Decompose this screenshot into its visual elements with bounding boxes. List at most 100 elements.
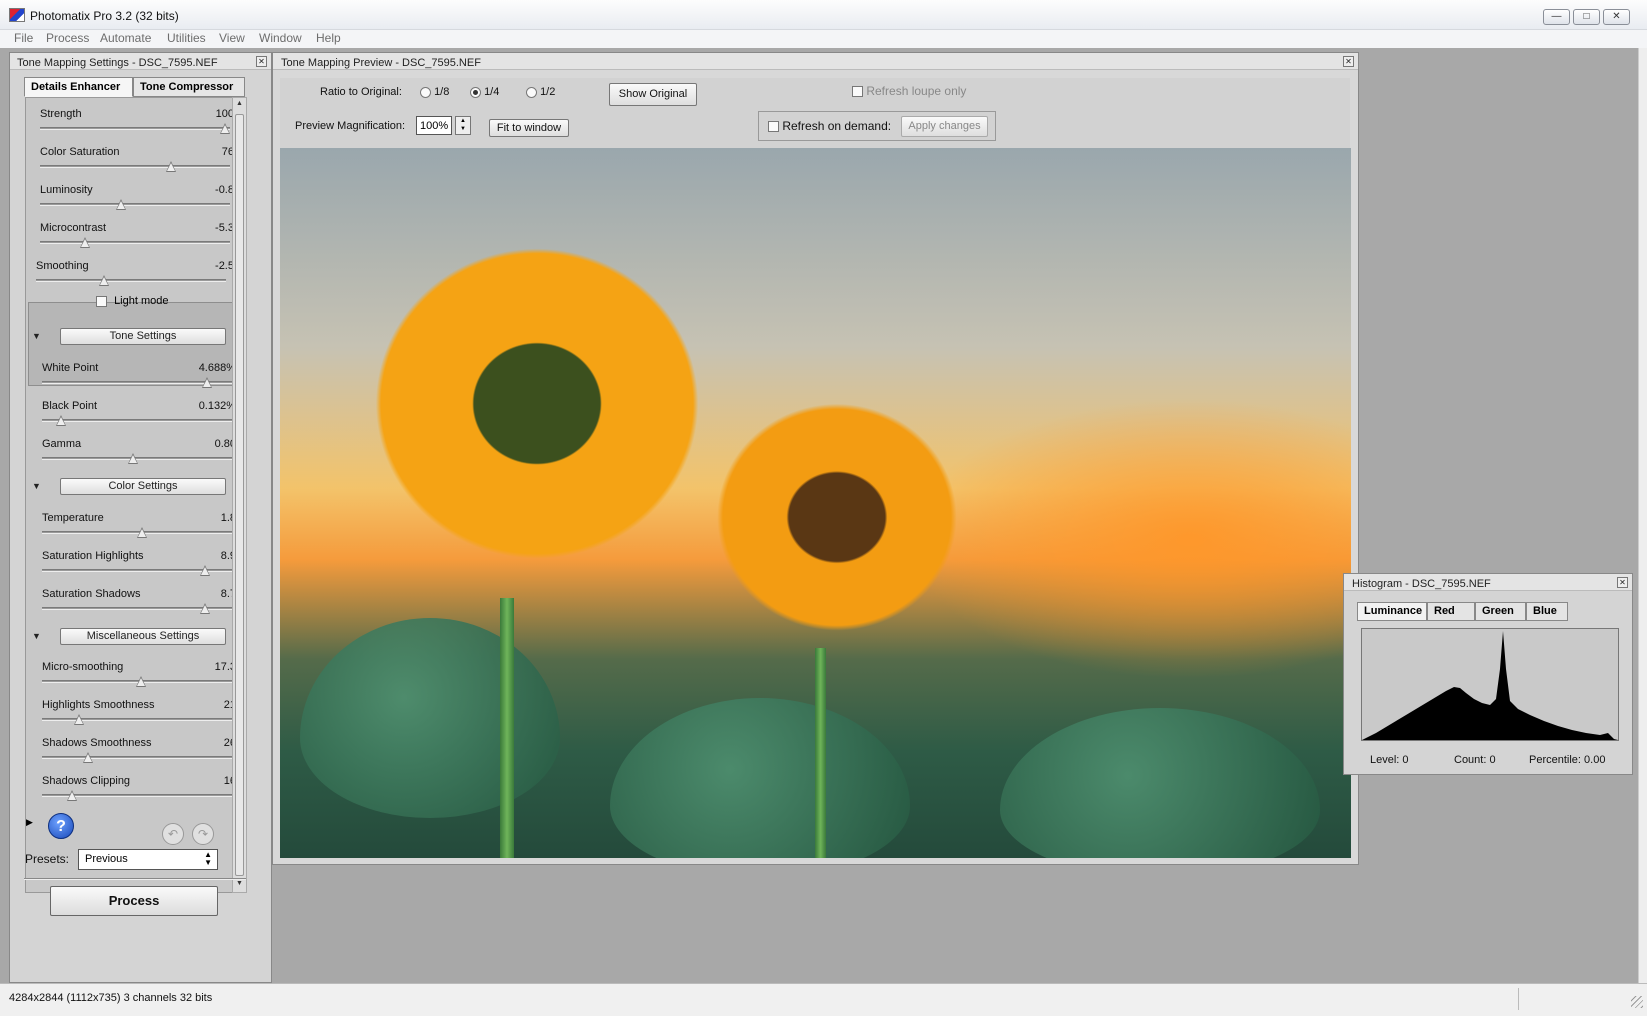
slider-white-point[interactable]: White Point 4.688% [42,362,236,396]
section-miscellaneous-settings[interactable]: ▼ Miscellaneous Settings [32,628,232,646]
radio-icon[interactable] [526,86,537,98]
slider-micro-smoothing[interactable]: Micro-smoothing 17.3 [42,661,236,695]
slider-black-point[interactable]: Black Point 0.132% [42,400,236,434]
slider-thumb[interactable] [74,714,85,725]
slider-thumb[interactable] [166,161,176,172]
ratio-option-1-8[interactable]: 1/8 [420,86,449,98]
slider-track[interactable] [36,279,226,282]
light-mode-check-icon[interactable] [96,295,107,307]
resize-grip-icon[interactable] [1631,996,1643,1008]
histogram-plot[interactable] [1361,628,1619,741]
tab-green[interactable]: Green [1475,602,1526,621]
slider-strength[interactable]: Strength 100 [40,108,234,142]
slider-thumb[interactable] [135,676,146,687]
ratio-option-1-2[interactable]: 1/2 [526,86,555,98]
slider-color-saturation[interactable]: Color Saturation 76 [40,146,234,180]
slider-thumb[interactable] [115,199,126,210]
tab-red[interactable]: Red [1427,602,1475,621]
slider-microcontrast[interactable]: Microcontrast -5.3 [40,222,234,256]
help-icon[interactable]: ? [48,813,74,839]
light-mode-checkbox[interactable]: Light mode [96,295,169,307]
presets-select[interactable]: Previous ▲ ▼ [78,849,218,870]
slider-track[interactable] [42,718,232,721]
menu-window[interactable]: Window [259,31,302,45]
ratio-option-1-4[interactable]: 1/4 [470,86,499,98]
slider-track[interactable] [40,165,230,168]
redo-icon[interactable]: ↷ [192,823,214,845]
scroll-thumb[interactable] [235,114,244,876]
slider-gamma[interactable]: Gamma 0.80 [42,438,236,472]
refresh-loupe-checkbox[interactable]: Refresh loupe only [852,84,966,98]
slider-thumb[interactable] [83,752,94,763]
section-color-settings[interactable]: ▼ Color Settings [32,478,232,496]
maximize-button[interactable]: □ [1573,9,1600,25]
tab-luminance[interactable]: Luminance [1357,602,1427,621]
slider-track[interactable] [42,756,232,759]
collapse-triangle-icon[interactable]: ▼ [32,331,41,341]
magnification-input[interactable]: 100% [416,116,452,135]
minimize-button[interactable]: — [1543,9,1570,25]
slider-smoothing[interactable]: Smoothing -2.5 [36,260,234,294]
section-tone-settings[interactable]: ▼ Tone Settings [32,328,232,346]
undo-icon[interactable]: ↶ [162,823,184,845]
tab-blue[interactable]: Blue [1526,602,1568,621]
radio-icon[interactable] [420,86,431,98]
slider-saturation-shadows[interactable]: Saturation Shadows 8.7 [42,588,236,622]
histogram-close-icon[interactable]: ✕ [1617,577,1628,588]
slider-track[interactable] [40,127,230,130]
scroll-up-icon[interactable]: ▲ [236,100,243,107]
slider-list-scrollbar[interactable]: ▲ ▼ [232,97,247,893]
collapse-triangle-icon[interactable]: ▼ [32,631,41,641]
slider-shadows-clipping[interactable]: Shadows Clipping 16 [42,775,236,809]
tab-tone-compressor[interactable]: Tone Compressor [133,77,245,97]
slider-thumb[interactable] [137,527,148,538]
settings-close-icon[interactable]: ✕ [256,56,267,67]
slider-thumb[interactable] [202,377,213,388]
slider-thumb[interactable] [56,415,67,426]
tone-settings-button[interactable]: Tone Settings [60,328,226,345]
slider-shadows-smoothness[interactable]: Shadows Smoothness 26 [42,737,236,771]
apply-changes-button[interactable]: Apply changes [901,116,988,137]
menu-utilities[interactable]: Utilities [167,31,206,45]
slider-label: Shadows Smoothness [42,737,152,749]
tab-details-enhancer[interactable]: Details Enhancer [24,77,133,97]
expand-triangle-icon[interactable]: ▶ [26,817,33,828]
slider-temperature[interactable]: Temperature 1.8 [42,512,236,546]
slider-thumb[interactable] [200,565,211,576]
title-bar: Photomatix Pro 3.2 (32 bits) — □ ✕ [0,0,1647,30]
radio-selected-icon[interactable] [470,86,481,98]
preview-image[interactable] [280,148,1351,858]
color-settings-button[interactable]: Color Settings [60,478,226,495]
menu-automate[interactable]: Automate [100,31,151,45]
collapse-triangle-icon[interactable]: ▼ [32,481,41,491]
slider-thumb[interactable] [220,123,230,134]
preview-close-icon[interactable]: ✕ [1343,56,1354,67]
menu-file[interactable]: File [14,31,33,45]
slider-track[interactable] [40,241,230,244]
slider-highlights-smoothness[interactable]: Highlights Smoothness 21 [42,699,236,733]
slider-track[interactable] [40,203,230,206]
checkbox-icon[interactable] [852,86,863,98]
slider-thumb[interactable] [67,790,78,801]
slider-saturation-highlights[interactable]: Saturation Highlights 8.9 [42,550,236,584]
fit-to-window-button[interactable]: Fit to window [489,119,569,137]
process-button[interactable]: Process [50,886,218,916]
miscellaneous-settings-button[interactable]: Miscellaneous Settings [60,628,226,645]
magnification-spinner[interactable]: ▲ ▼ [455,116,471,135]
slider-track[interactable] [42,419,232,422]
slider-thumb[interactable] [200,603,211,614]
close-button[interactable]: ✕ [1603,9,1630,25]
workspace-scrollbar[interactable] [1638,48,1647,983]
refresh-on-demand-checkbox[interactable]: Refresh on demand: [768,119,891,133]
checkbox-icon[interactable] [768,121,779,133]
slider-luminosity[interactable]: Luminosity -0.8 [40,184,234,218]
slider-thumb[interactable] [128,453,139,464]
light-mode-label: Light mode [114,295,169,307]
slider-thumb[interactable] [99,275,109,286]
menu-view[interactable]: View [219,31,245,45]
slider-thumb[interactable] [79,237,90,248]
menu-help[interactable]: Help [316,31,341,45]
show-original-button[interactable]: Show Original [609,83,697,106]
scroll-down-icon[interactable]: ▼ [236,880,243,887]
menu-process[interactable]: Process [46,31,89,45]
